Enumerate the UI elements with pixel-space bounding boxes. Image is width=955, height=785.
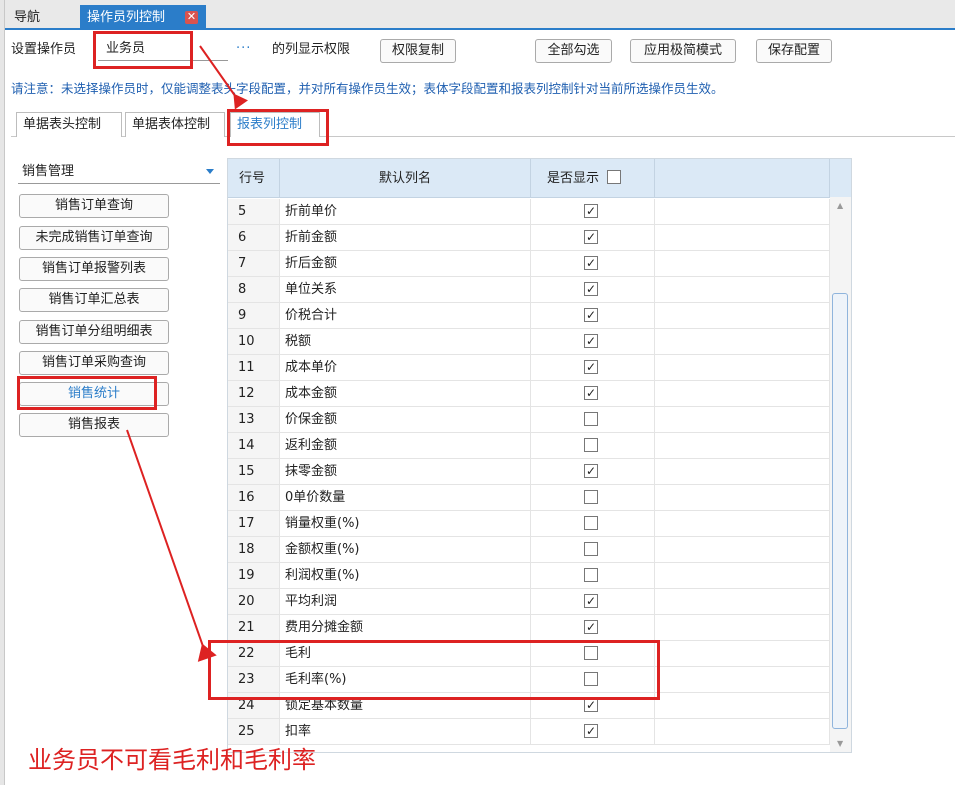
arrow-line-statistics-to-rows	[126, 429, 206, 653]
annotation-arrows	[126, 45, 248, 662]
arrowhead-operator-to-tab	[233, 93, 248, 110]
arrow-line-operator-to-tab	[199, 45, 239, 101]
annotation-caption: 业务员不可看毛利和毛利率	[28, 746, 316, 774]
arrowhead-statistics-to-rows	[197, 643, 217, 662]
